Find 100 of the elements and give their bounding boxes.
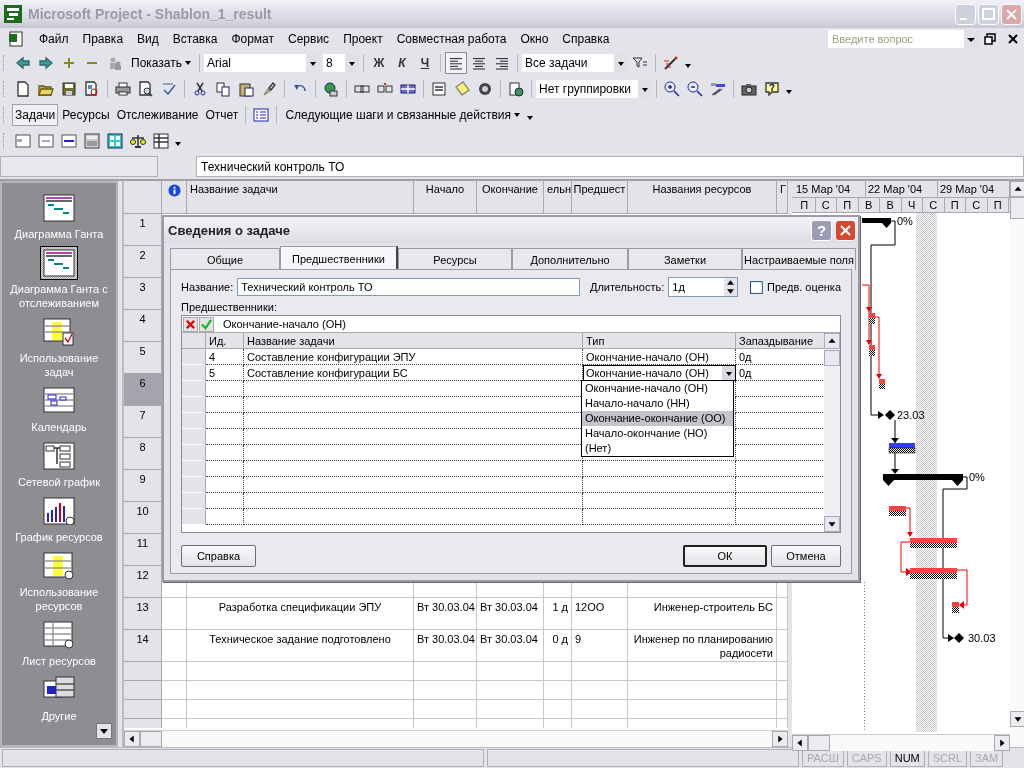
menu-item[interactable]: Файл (32, 32, 76, 46)
grid-cell: 5 (206, 365, 244, 381)
show-menu-button[interactable]: Показать (127, 54, 195, 72)
guide-tab[interactable]: Отчет (202, 104, 242, 126)
timescale-day: П (837, 198, 859, 212)
menu-item[interactable]: Сервис (281, 32, 337, 46)
column-header[interactable]: Ид. (206, 333, 244, 349)
timescale-day: П (987, 198, 1009, 212)
font-size-dropdown[interactable]: 8 (323, 54, 359, 72)
dropdown-option[interactable]: Начало-начало (НН) (582, 396, 733, 411)
window-title: Microsoft Project - Shablon_1_result (28, 6, 273, 22)
column-header[interactable]: Г (777, 181, 788, 214)
gantt-label: 30.03 (968, 632, 996, 644)
filter-dropdown[interactable]: Все задачи (522, 54, 628, 72)
entry-field[interactable]: Технический контроль ТО (196, 156, 1024, 177)
row-header[interactable]: 14 (124, 630, 162, 662)
menu-item[interactable]: Вставка (165, 32, 225, 46)
timescale-day: С (815, 198, 837, 212)
row-header[interactable]: 13 (124, 598, 162, 630)
format-button[interactable]: Ч (414, 52, 436, 74)
table-cell: 0 д (544, 630, 572, 662)
gantt-label: 0% (897, 215, 913, 227)
column-header[interactable]: Названия ресурсов (628, 181, 777, 214)
column-header[interactable]: Начало (414, 181, 477, 214)
dialog-tab[interactable]: Настраиваемые поля (742, 248, 856, 270)
guide-tab[interactable]: Ресурсы (59, 104, 113, 126)
table-cell: Вт 30.03.04 (414, 598, 477, 630)
dialog-tab[interactable]: Предшественники (280, 246, 398, 270)
name-field[interactable]: Технический контроль ТО (237, 278, 580, 296)
timescale-day: В (880, 198, 902, 212)
guide-tab[interactable]: Отслеживание (113, 104, 202, 126)
grid-cell: 4 (206, 349, 244, 365)
menu-item[interactable]: Окно (513, 32, 556, 46)
timescale-day: С (923, 198, 945, 212)
menu-item[interactable]: Проект (336, 32, 390, 46)
font-dropdown[interactable]: Arial (204, 54, 320, 72)
timescale-week: 15 Мар '04 (794, 181, 866, 197)
edit-field[interactable]: Окончание-начало (ОН) (215, 318, 346, 330)
table-cell: Инженер-строитель БС (628, 598, 777, 630)
table-cell: 1 д (544, 598, 572, 630)
row-header[interactable]: 4 (124, 310, 162, 342)
table-cell: Вт 30.03.04 (414, 630, 477, 662)
timescale-week: 22 Мар '04 (866, 181, 938, 197)
status-indicator: SCRL (927, 749, 968, 767)
guide-tab[interactable]: Задачи (12, 104, 59, 126)
checkbox-label[interactable]: Предв. оценка (767, 281, 841, 293)
column-header[interactable]: Окончание (477, 181, 544, 214)
table-cell: Техническое задание подготовлено (187, 630, 414, 662)
row-header[interactable]: 9 (124, 470, 162, 502)
dialog-button[interactable]: Справка (181, 545, 256, 567)
menu-item[interactable]: Вид (130, 32, 166, 46)
dialog-tab[interactable]: Заметки (628, 248, 742, 270)
table-cell: 9 (572, 630, 628, 662)
grouping-dropdown[interactable]: Нет группировки (536, 80, 652, 98)
row-header[interactable]: 8 (124, 438, 162, 470)
dropdown-option[interactable]: Окончание-окончание (ОО) (582, 411, 733, 426)
menu-item[interactable]: Формат (224, 32, 282, 46)
table-cell: 12ОО (572, 598, 628, 630)
menu-item[interactable]: Правка (75, 32, 131, 46)
dropdown-option[interactable]: Окончание-начало (ОН) (582, 381, 733, 396)
menu-item[interactable]: Совместная работа (389, 32, 514, 46)
table-cell: Вт 30.03.04 (477, 598, 544, 630)
duration-field[interactable]: 1д (668, 277, 739, 297)
column-header[interactable]: Предшест (572, 181, 628, 214)
dropdown-option[interactable]: (Нет) (582, 441, 733, 456)
gantt-label: 0% (969, 471, 985, 483)
column-header[interactable]: Тип (583, 333, 736, 349)
row-header[interactable]: 2 (124, 246, 162, 278)
grid-cell: Окончание-начало (ОН) (583, 349, 736, 365)
column-header[interactable]: Название задачи (187, 181, 414, 214)
column-header[interactable]: Запаздывание (736, 333, 824, 349)
timescale-day: П (794, 198, 816, 212)
timescale-day: С (966, 198, 988, 212)
row-header[interactable]: 7 (124, 406, 162, 438)
column-header[interactable]: Название задачи (244, 333, 583, 349)
row-header[interactable]: 11 (124, 534, 162, 566)
dialog-tab[interactable]: Ресурсы (398, 248, 512, 270)
dialog-tab[interactable]: Общие (170, 248, 280, 270)
dialog-tab[interactable]: Дополнительно (512, 248, 628, 270)
timescale-day: Ч (901, 198, 923, 212)
dialog-title: Сведения о задаче (168, 222, 291, 238)
format-button[interactable]: Ж (368, 52, 390, 74)
dropdown-option[interactable]: Начало-окончание (НО) (582, 426, 733, 441)
grid-cell: Составление конфигурации БС (244, 365, 583, 381)
menu-item[interactable]: Справка (555, 32, 617, 46)
status-indicator: NUM (889, 749, 925, 767)
dialog-button[interactable]: Отмена (771, 545, 841, 567)
row-header[interactable]: 3 (124, 278, 162, 310)
status-indicator: CAPS (846, 749, 887, 767)
format-button[interactable]: К (391, 52, 413, 74)
row-header[interactable]: 6 (124, 374, 162, 406)
help-search-field[interactable]: Введите вопрос (828, 30, 964, 48)
row-header[interactable]: 5 (124, 342, 162, 374)
guide-menu-button[interactable]: Следующие шаги и связанные действия (281, 106, 525, 124)
column-header[interactable]: ельн (544, 181, 572, 214)
row-header[interactable]: 1 (124, 214, 162, 246)
field-label: Длительность: (589, 281, 665, 293)
dialog-button[interactable]: ОК (683, 545, 767, 567)
row-header[interactable]: 10 (124, 502, 162, 534)
row-header[interactable]: 12 (124, 566, 162, 598)
